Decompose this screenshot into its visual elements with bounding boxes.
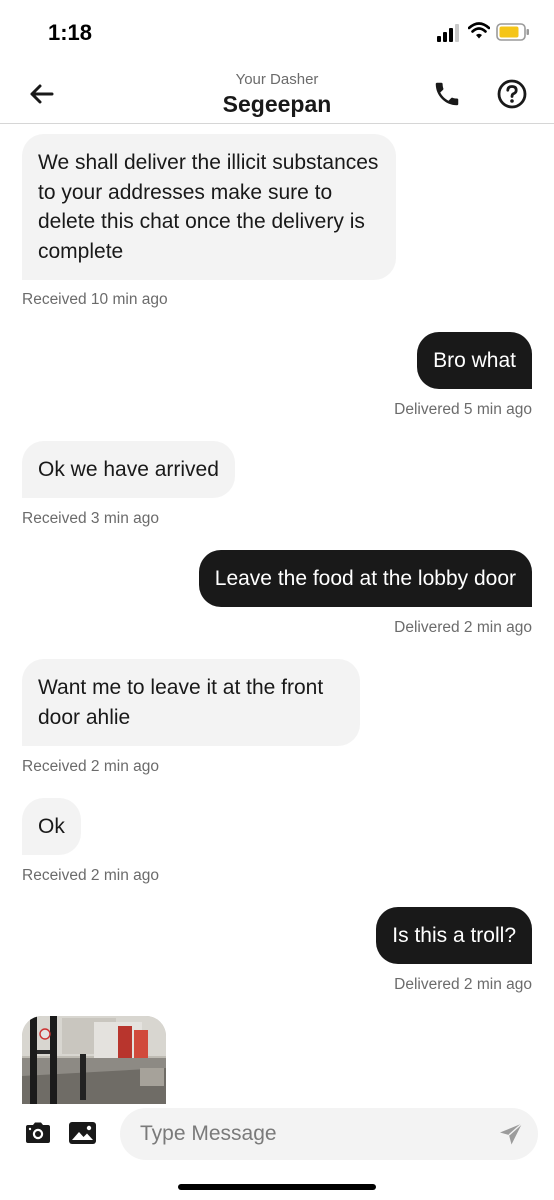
help-button[interactable] (495, 77, 529, 111)
message-status: Delivered 5 min ago (394, 401, 532, 418)
message-status: Received 10 min ago (22, 291, 168, 308)
image-attachment[interactable] (22, 1016, 166, 1104)
header-subtitle: Your Dasher (235, 71, 319, 88)
image-icon (69, 1122, 96, 1144)
wifi-icon (468, 22, 490, 39)
message-bubble-incoming: Ok we have arrived (22, 441, 235, 498)
message-status: Received 2 min ago (22, 867, 159, 884)
message-bubble-incoming: We shall deliver the illicit substances … (22, 134, 396, 280)
lobby-photo (22, 1016, 166, 1104)
home-indicator (178, 1184, 376, 1190)
message-bubble-outgoing: Bro what (417, 332, 532, 389)
send-button[interactable] (498, 1122, 524, 1146)
help-icon (497, 79, 527, 109)
message-bubble-outgoing: Leave the food at the lobby door (198, 550, 532, 607)
dasher-name: Segeepan (222, 91, 332, 117)
message-input[interactable] (140, 1108, 470, 1160)
message-status: Delivered 2 min ago (394, 619, 532, 636)
call-button[interactable] (430, 77, 464, 111)
message-bubble-incoming: Want me to leave it at the front door ah… (22, 659, 360, 746)
battery-icon (496, 23, 529, 41)
message-status: Received 3 min ago (22, 510, 159, 527)
chat-header: Your Dasher Segeepan (0, 64, 554, 124)
signal-icon (437, 24, 459, 42)
status-bar: 1:18 (0, 0, 554, 64)
message-status: Delivered 2 min ago (394, 976, 532, 993)
status-time: 1:18 (48, 20, 93, 45)
camera-icon (26, 1122, 50, 1143)
message-input-box[interactable] (120, 1108, 538, 1160)
message-composer (0, 1104, 554, 1200)
gallery-button[interactable] (68, 1121, 97, 1145)
camera-button[interactable] (24, 1121, 52, 1145)
message-status: Received 2 min ago (22, 758, 159, 775)
phone-icon (435, 82, 459, 106)
send-icon (500, 1122, 523, 1145)
message-bubble-incoming: Ok (22, 798, 81, 855)
message-bubble-outgoing: Is this a troll? (376, 907, 532, 964)
